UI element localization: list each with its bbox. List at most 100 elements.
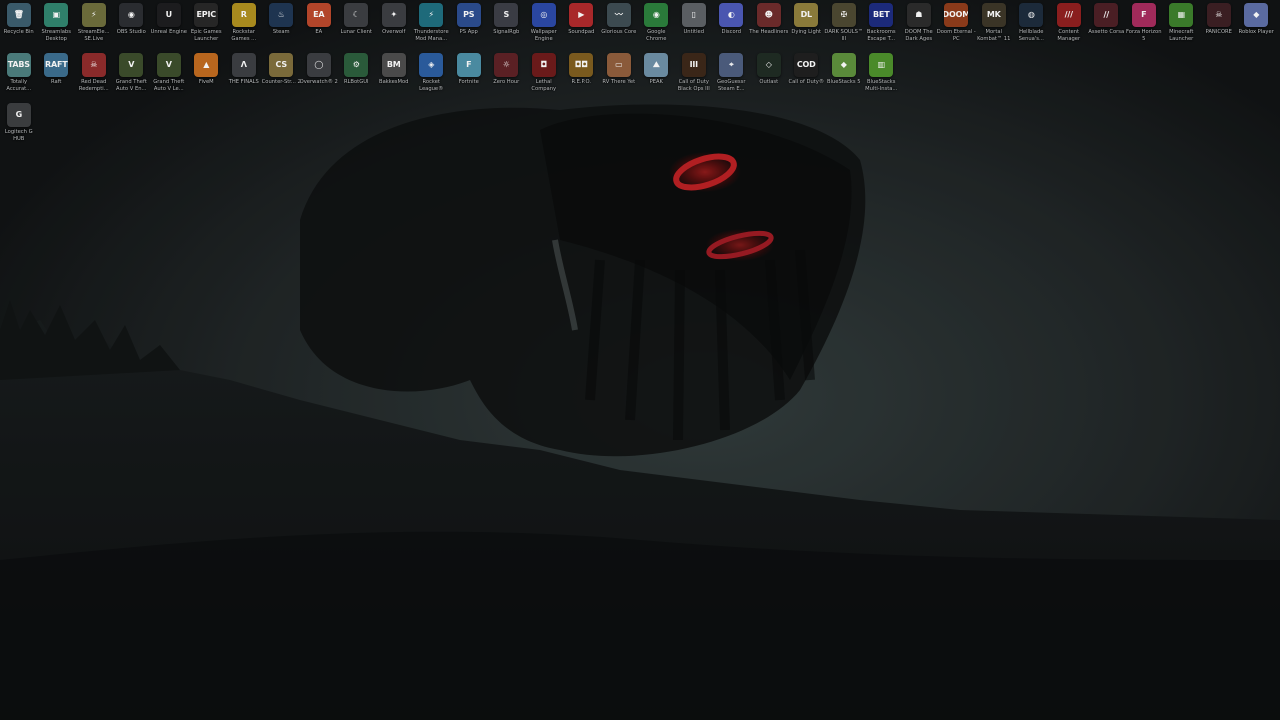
desktop-shortcut[interactable]: U Unreal Engine (150, 0, 188, 48)
shortcut-label: BakkesMod (379, 79, 409, 85)
desktop-shortcut[interactable]: ▶ Soundpad (563, 0, 601, 48)
desktop-shortcut[interactable]: ◆ Roblox Player (1238, 0, 1276, 48)
shortcut-label: Epic Games Launcher (190, 29, 222, 42)
desktop-shortcut[interactable]: ◆ BlueStacks 5 (825, 50, 863, 98)
geoguessr-icon: ⌖ (719, 53, 744, 77)
shortcut-label: GeoGuessr Steam E... (717, 79, 746, 92)
shortcut-label: Streamlabs Desktop (41, 29, 71, 42)
discord-icon: ◐ (719, 3, 744, 27)
desktop-shortcut[interactable]: EA EA (300, 0, 338, 48)
desktop-shortcut[interactable]: ▣ Streamlabs Desktop (38, 0, 76, 48)
desktop-shortcut[interactable]: ◉ Google Chrome (638, 0, 676, 48)
desktop-shortcut[interactable]: ☗ DOOM The Dark Ages (900, 0, 938, 48)
desktop-shortcut[interactable]: V Grand Theft Auto V Le... (150, 50, 188, 98)
desktop-shortcut[interactable]: ▯ Untitled (675, 0, 713, 48)
desktop-shortcut[interactable]: ◉ OBS Studio (113, 0, 151, 48)
shortcut-label: Overwatch® 2 (299, 79, 338, 85)
desktop-shortcut[interactable]: G Logitech G HUB (0, 100, 38, 148)
desktop-icon-grid: 🗑 Recycle Bin ▣ Streamlabs Desktop ⚡ StreamEl… (0, 0, 1280, 720)
hellblade-icon: ◍ (1019, 3, 1044, 27)
repo-icon: ◘◘ (569, 53, 594, 77)
desktop-shortcut[interactable]: ⚙ RLBotGUI (338, 50, 376, 98)
desktop-shortcut[interactable]: 🗑 Recycle Bin (0, 0, 38, 48)
desktop-shortcut[interactable]: /// Content Manager (1050, 0, 1088, 48)
desktop-shortcut[interactable]: ☠ Red Dead Redempti... (75, 50, 113, 98)
desktop-shortcut[interactable]: RAFT Raft (38, 50, 76, 98)
desktop-shortcut[interactable]: F Forza Horizon 5 (1125, 0, 1163, 48)
shortcut-label: Counter-Str... 2 (261, 79, 301, 85)
doom-eternal-icon: DOOM (944, 3, 969, 27)
desktop-shortcut[interactable]: V Grand Theft Auto V En... (113, 50, 151, 98)
desktop-shortcut[interactable]: ◐ Discord (713, 0, 751, 48)
desktop-shortcut[interactable]: ▭ RV There Yet (600, 50, 638, 98)
streamelements-icon: ⚡ (81, 3, 106, 27)
desktop-shortcut[interactable]: R Rockstar Games ... (225, 0, 263, 48)
desktop-shortcut[interactable]: ▦ Minecraft Launcher (1163, 0, 1201, 48)
desktop-shortcut[interactable]: PS PS App (450, 0, 488, 48)
desktop-shortcut[interactable]: ✦ Overwolf (375, 0, 413, 48)
desktop-shortcut[interactable]: ◘ Lethal Company (525, 50, 563, 98)
shortcut-label: R.E.P.O. (571, 79, 591, 85)
desktop-shortcut[interactable]: ▲ FiveM (188, 50, 226, 98)
shortcut-label: Mortal Kombat™ 11 (977, 29, 1011, 42)
bluestacks-multi-icon: ▥ (869, 53, 894, 77)
desktop-shortcut[interactable]: ♨ Steam (263, 0, 301, 48)
desktop-shortcut[interactable]: ◇ Outlast (750, 50, 788, 98)
shortcut-label: Grand Theft Auto V Le... (153, 79, 185, 92)
desktop-shortcut[interactable]: ☾ Lunar Client (338, 0, 376, 48)
desktop-shortcut[interactable]: ⚡ Thunderstore Mod Mana... (413, 0, 451, 48)
shortcut-label: Hellblade Senua's... (1018, 29, 1044, 42)
desktop-shortcut[interactable]: COD Call of Duty® (788, 50, 826, 98)
gta-v-enhanced-icon: V (119, 53, 144, 77)
desktop-shortcut[interactable]: BM BakkesMod (375, 50, 413, 98)
desktop-shortcut[interactable]: ∕∕ Assetto Corsa (1088, 0, 1126, 48)
lunar-client-icon: ☾ (344, 3, 369, 27)
desktop-shortcut[interactable]: ⌖ GeoGuessr Steam E... (713, 50, 751, 98)
desktop-shortcut[interactable]: EPIC Epic Games Launcher (188, 0, 226, 48)
desktop-shortcut[interactable]: ✠ DARK SOULS™ III (824, 0, 863, 48)
shortcut-label: Zero Hour (493, 79, 520, 85)
backrooms-icon: BET (869, 3, 894, 27)
desktop-shortcut[interactable]: ☻ The Headliners (749, 0, 788, 48)
shortcut-label: Lethal Company (531, 79, 557, 92)
shortcut-label: THE FINALS (228, 79, 259, 85)
black-ops-iii-icon: III (681, 53, 706, 77)
desktop-shortcut[interactable]: ◯ Overwatch® 2 (300, 50, 338, 98)
shortcut-label: PANICORE (1205, 29, 1232, 35)
desktop-shortcut[interactable]: III Call of Duty Black Ops III (675, 50, 713, 98)
desktop-shortcut[interactable]: ▥ BlueStacks Multi-Insta... (863, 50, 901, 98)
desktop-shortcut[interactable]: Λ THE FINALS (225, 50, 263, 98)
shortcut-label: SignalRgb (493, 29, 520, 35)
wallpaper-engine-icon: ◎ (531, 3, 556, 27)
shortcut-label: RLBotGUI (343, 79, 369, 85)
obs-icon: ◉ (119, 3, 144, 27)
desktop-shortcut[interactable]: 〰 Glorious Core (600, 0, 638, 48)
shortcut-label: Fortnite (458, 79, 479, 85)
desktop-shortcut[interactable]: TABS Totally Accurat... (0, 50, 38, 98)
shortcut-label: BlueStacks Multi-Insta... (865, 79, 898, 92)
desktop-shortcut[interactable]: ◎ Wallpaper Engine (525, 0, 563, 48)
shortcut-label: Rocket League® (419, 79, 444, 92)
desktop-shortcut[interactable]: S SignalRgb (488, 0, 526, 48)
desktop-shortcut[interactable]: DOOM Doom Eternal - PC (937, 0, 976, 48)
shortcut-label: Overwolf (382, 29, 406, 35)
overwolf-icon: ✦ (381, 3, 406, 27)
outlast-icon: ◇ (756, 53, 781, 77)
desktop-shortcut[interactable]: ☠ PANICORE (1200, 0, 1238, 48)
desktop-shortcut[interactable]: ◈ Rocket League® (413, 50, 451, 98)
desktop-shortcut[interactable]: ◍ Hellblade Senua's... (1013, 0, 1051, 48)
shortcut-label: Recycle Bin (3, 29, 34, 35)
shortcut-label: FiveM (198, 79, 214, 85)
desktop-shortcut[interactable]: ☼ Zero Hour (488, 50, 526, 98)
shortcut-label: DOOM The Dark Ages (904, 29, 933, 42)
overwatch-icon: ◯ (306, 53, 331, 77)
ea-icon: EA (306, 3, 331, 27)
desktop-shortcut[interactable]: ◘◘ R.E.P.O. (563, 50, 601, 98)
desktop-shortcut[interactable]: MK Mortal Kombat™ 11 (975, 0, 1013, 48)
desktop-shortcut[interactable]: CS Counter-Str... 2 (261, 50, 301, 98)
desktop-shortcut[interactable]: F Fortnite (450, 50, 488, 98)
desktop-shortcut[interactable]: BET Backrooms Escape T... (863, 0, 901, 48)
desktop-shortcut[interactable]: ⛰ PEAK (638, 50, 676, 98)
desktop-shortcut[interactable]: DL Dying Light (788, 0, 826, 48)
desktop-shortcut[interactable]: ⚡ StreamEle... SE.Live (75, 0, 113, 48)
